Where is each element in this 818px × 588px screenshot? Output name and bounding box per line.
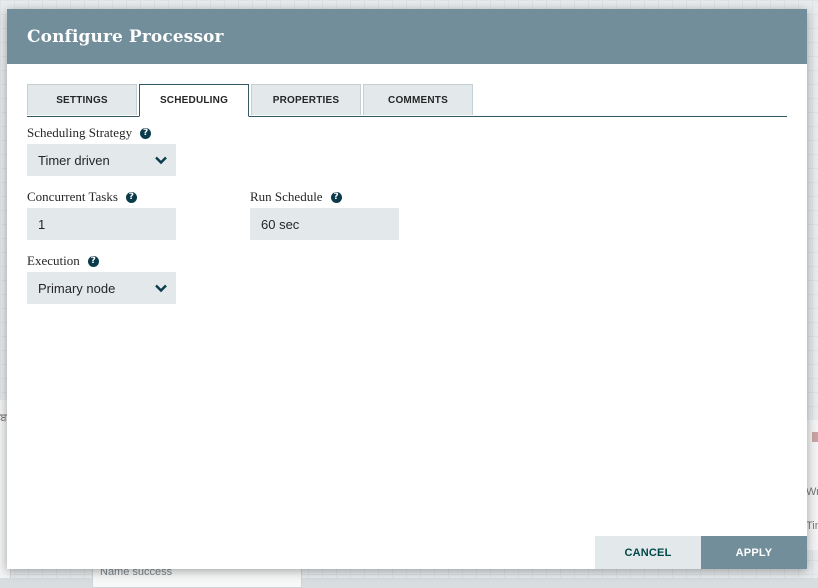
background-left-text: ਬ — [0, 412, 7, 424]
run-schedule-label: Run Schedule ? — [250, 189, 342, 205]
execution-select[interactable]: Primary node — [27, 272, 176, 304]
dialog-title: Configure Processor — [27, 26, 224, 47]
run-schedule-input[interactable]: 60 sec — [250, 208, 399, 240]
question-circle-icon[interactable]: ? — [125, 191, 137, 203]
dialog-header: Configure Processor — [7, 9, 807, 64]
chevron-down-icon — [155, 156, 167, 165]
background-right-text-2: Tin — [806, 520, 818, 532]
scheduling-strategy-value: Timer driven — [38, 152, 110, 168]
tab-bar: SETTINGS SCHEDULING PROPERTIES COMMENTS — [27, 84, 787, 117]
configure-processor-dialog: Configure Processor SETTINGS SCHEDULING … — [7, 9, 807, 569]
concurrent-tasks-label-text: Concurrent Tasks — [27, 189, 118, 204]
scheduling-strategy-select[interactable]: Timer driven — [27, 144, 176, 176]
scheduling-strategy-label: Scheduling Strategy ? — [27, 125, 152, 141]
execution-value: Primary node — [38, 280, 116, 296]
execution-label-text: Execution — [27, 253, 80, 268]
tab-properties[interactable]: PROPERTIES — [251, 84, 361, 115]
question-circle-icon[interactable]: ? — [140, 127, 152, 139]
tab-comments[interactable]: COMMENTS — [363, 84, 473, 115]
background-right-text-1: Wri — [806, 486, 818, 498]
tab-scheduling[interactable]: SCHEDULING — [139, 84, 249, 117]
cancel-button[interactable]: CANCEL — [595, 536, 701, 569]
scheduling-strategy-label-text: Scheduling Strategy — [27, 125, 133, 140]
question-circle-icon[interactable]: ? — [87, 255, 99, 267]
concurrent-tasks-label: Concurrent Tasks ? — [27, 189, 137, 205]
background-right-mark — [812, 432, 818, 442]
apply-button[interactable]: APPLY — [701, 536, 807, 569]
execution-label: Execution ? — [27, 253, 99, 269]
run-schedule-label-text: Run Schedule — [250, 189, 323, 204]
question-circle-icon[interactable]: ? — [330, 191, 342, 203]
concurrent-tasks-input[interactable]: 1 — [27, 208, 176, 240]
tab-settings[interactable]: SETTINGS — [27, 84, 137, 115]
chevron-down-icon — [155, 284, 167, 293]
